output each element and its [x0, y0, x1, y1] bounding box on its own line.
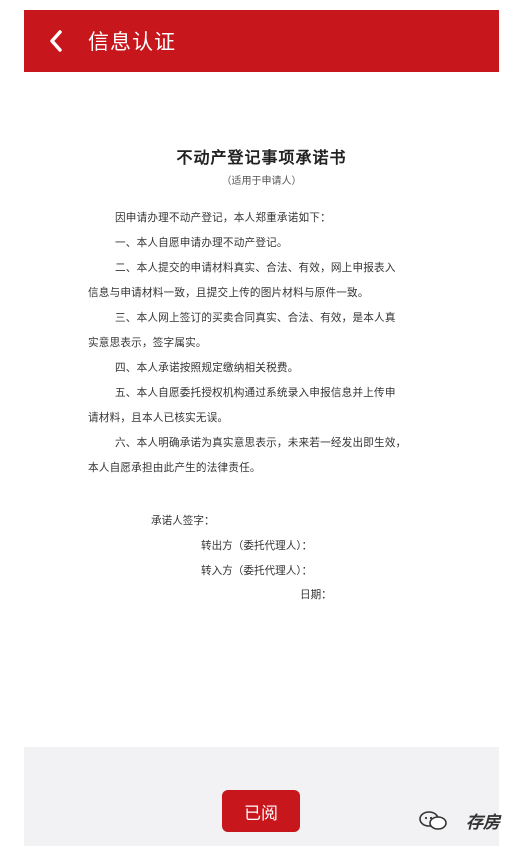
commitment-document: 不动产登记事项承诺书 （适用于申请人） 因申请办理不动产登记，本人郑重承诺如下：…	[24, 72, 499, 747]
chat-bubble-icon	[419, 810, 447, 830]
date-label: 日期：	[300, 589, 332, 601]
document-line: 四、本人承诺按照规定缴纳相关税费。	[115, 362, 299, 374]
document-line: 五、本人自愿委托授权机构通过系统录入申报信息并上传申	[115, 387, 396, 399]
read-confirm-button[interactable]: 已阅	[222, 790, 300, 832]
transferor-label: 转出方（委托代理人）：	[201, 540, 313, 552]
page-title: 信息认证	[88, 30, 176, 54]
watermark: 存房	[418, 808, 500, 833]
document-line: 一、本人自愿申请办理不动产登记。	[115, 237, 288, 249]
document-line: 六、本人明确承诺为真实意思表示，未来若一经发出即生效，	[115, 437, 407, 449]
document-title: 不动产登记事项承诺书	[176, 148, 347, 167]
document-line: 实意思表示，签字属实。	[88, 337, 207, 349]
document-line: 请材料，且本人已核实无误。	[88, 412, 229, 424]
document-line: 本人自愿承担由此产生的法律责任。	[88, 462, 261, 474]
signer-label: 承诺人签字：	[151, 515, 215, 527]
transferee-label: 转入方（委托代理人）：	[201, 565, 313, 577]
top-bar: 信息认证	[24, 10, 499, 72]
watermark-text: 存房	[466, 813, 500, 833]
document-line: 三、本人网上签订的买卖合同真实、合法、有效，是本人真	[115, 312, 396, 324]
chevron-left-icon	[50, 30, 62, 52]
document-line: 因申请办理不动产登记，本人郑重承诺如下：	[115, 212, 331, 224]
back-button[interactable]	[36, 10, 76, 72]
document-line: 信息与申请材料一致，且提交上传的图片材料与原件一致。	[88, 287, 369, 299]
document-line: 二、本人提交的申请材料真实、合法、有效，网上申报表入	[115, 262, 396, 274]
document-subtitle: （适用于申请人）	[221, 176, 302, 187]
